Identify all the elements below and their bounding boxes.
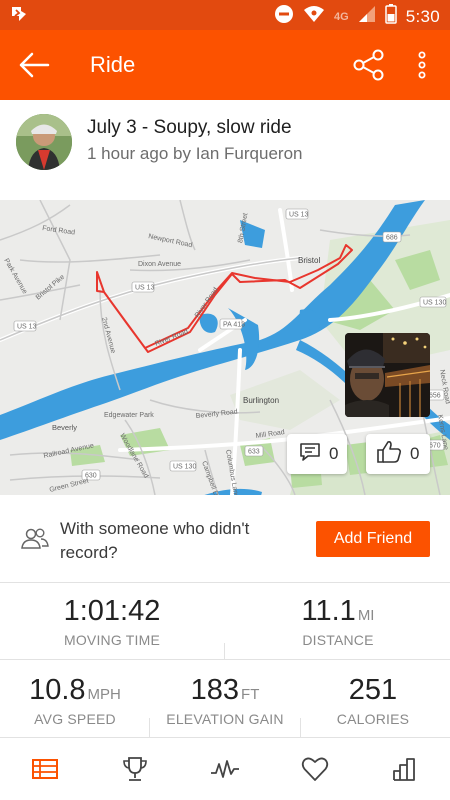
signal-icon xyxy=(358,5,376,28)
do-not-disturb-icon xyxy=(274,4,294,29)
map-label-dixon-avenue: Dixon Avenue xyxy=(138,261,181,268)
wifi-icon xyxy=(303,4,325,29)
divider xyxy=(224,643,225,659)
map-label-686: 686 xyxy=(386,235,398,242)
add-friend-button[interactable]: Add Friend xyxy=(316,521,430,557)
comments-button[interactable]: 0 xyxy=(287,434,347,474)
distance-unit: MI xyxy=(357,607,375,624)
thumbs-up-icon xyxy=(376,440,402,469)
map-label-edgewater-park: Edgewater Park xyxy=(104,412,154,419)
activity-photo[interactable] xyxy=(345,333,430,417)
bottom-nav xyxy=(0,738,450,800)
calories-label: CALORIES xyxy=(336,711,410,727)
map-label-beverly: Beverly xyxy=(52,423,77,432)
comment-icon xyxy=(299,441,321,468)
map-label-pa413: PA 413 xyxy=(223,322,245,329)
map-label-us130-bottom: US 130 xyxy=(173,464,196,471)
activity-title: July 3 - Soupy, slow ride xyxy=(87,117,292,138)
map-label-us13-top: US 13 xyxy=(289,212,309,219)
status-bar: 4G 5:30 xyxy=(0,0,450,30)
divider xyxy=(149,718,150,738)
trophy-icon[interactable] xyxy=(118,752,152,786)
bar-chart-icon[interactable] xyxy=(388,752,422,786)
divider xyxy=(300,718,301,738)
list-icon[interactable] xyxy=(28,752,62,786)
activity-header: July 3 - Soupy, slow ride 1 hour ago by … xyxy=(0,100,450,200)
moving-time-label: MOVING TIME xyxy=(63,632,161,648)
route-map[interactable]: US 13 Newport Road Ford Road Dixon Avenu… xyxy=(0,200,450,495)
calories-value: 251 xyxy=(348,674,398,706)
avatar[interactable] xyxy=(16,114,72,170)
elevation-gain-value: 183 xyxy=(190,674,240,706)
add-friend-row: With someone who didn't record? Add Frie… xyxy=(0,495,450,583)
network-type: 4G xyxy=(334,10,349,23)
map-label-bristol: Bristol xyxy=(298,256,320,265)
app-notification-icon xyxy=(10,5,28,28)
stat-avg-speed: 10.8 MPH AVG SPEED xyxy=(10,674,140,727)
map-label-670: 670 xyxy=(429,443,441,450)
avg-speed-value: 10.8 xyxy=(29,674,86,706)
stat-elevation-gain: 183 FT ELEVATION GAIN xyxy=(155,674,295,727)
avg-speed-unit: MPH xyxy=(87,686,121,703)
elevation-gain-label: ELEVATION GAIN xyxy=(166,711,284,727)
more-vertical-icon[interactable] xyxy=(414,50,430,80)
app-bar: Ride xyxy=(0,30,450,100)
map-label-us130-right: US 130 xyxy=(423,300,446,307)
map-label-633: 633 xyxy=(248,449,260,456)
battery-icon xyxy=(384,4,397,29)
stat-calories: 251 CALORIES xyxy=(308,674,438,727)
comments-count: 0 xyxy=(329,444,339,463)
moving-time-value: 1:01:42 xyxy=(63,595,161,627)
map-label-burlington: Burlington xyxy=(243,396,279,405)
stat-moving-time: 1:01:42 MOVING TIME xyxy=(22,595,202,648)
page-title: Ride xyxy=(90,52,136,77)
map-label-us13-left: US 13 xyxy=(17,324,37,331)
kudos-button[interactable]: 0 xyxy=(366,434,430,474)
stats-secondary: 10.8 MPH AVG SPEED 183 FT ELEVATION GAIN 2… xyxy=(0,660,450,738)
people-icon xyxy=(20,527,50,556)
stat-distance: 11.1 MI DISTANCE xyxy=(248,595,428,648)
add-friend-prompt: With someone who didn't record? xyxy=(60,519,250,562)
distance-label: DISTANCE xyxy=(302,632,374,648)
elevation-gain-unit: FT xyxy=(241,686,260,703)
map-label-us13-mid: US 13 xyxy=(135,285,155,292)
stats-primary: 1:01:42 MOVING TIME 11.1 MI DISTANCE xyxy=(0,583,450,660)
arrow-left-icon[interactable] xyxy=(18,50,50,80)
activity-subtitle: 1 hour ago by Ian Furqueron xyxy=(87,144,303,163)
map-label-656: 656 xyxy=(429,393,441,400)
share-icon[interactable] xyxy=(352,48,386,82)
kudos-count: 0 xyxy=(410,444,420,463)
avg-speed-label: AVG SPEED xyxy=(34,711,116,727)
distance-value: 11.1 xyxy=(301,595,356,627)
status-time: 5:30 xyxy=(405,6,440,26)
heart-icon[interactable] xyxy=(298,752,332,786)
analysis-icon[interactable] xyxy=(208,752,242,786)
